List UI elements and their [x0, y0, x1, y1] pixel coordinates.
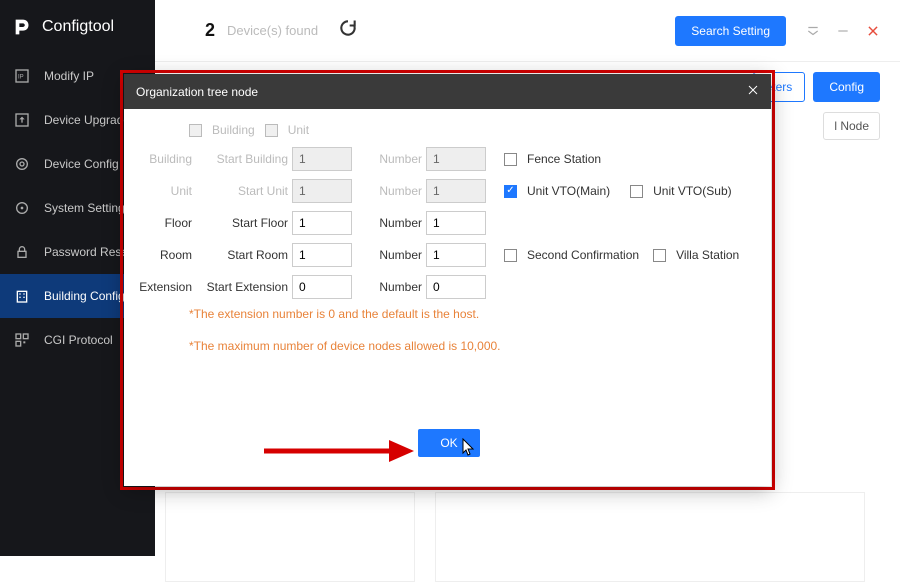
sidebar-item-label: Modify IP: [44, 69, 94, 83]
top-checks-row: Building Unit: [189, 123, 761, 137]
unit-checkbox[interactable]: [265, 124, 278, 137]
start-building-label: Start Building: [198, 152, 288, 166]
building-number-input[interactable]: [426, 147, 486, 171]
extension-row: Extension Start Extension Number: [134, 275, 761, 299]
start-room-input[interactable]: [292, 243, 352, 267]
start-extension-label: Start Extension: [198, 280, 288, 294]
unit-label: Unit: [134, 184, 192, 198]
floor-label: Floor: [134, 216, 192, 230]
note-max-nodes: *The maximum number of device nodes allo…: [189, 339, 761, 353]
unit-vto-main-checkbox[interactable]: [504, 185, 517, 198]
device-found-label: Device(s) found: [227, 23, 318, 38]
top-actions: [806, 24, 880, 38]
second-confirmation-label: Second Confirmation: [527, 248, 639, 262]
building-checkbox[interactable]: [189, 124, 202, 137]
unit-row: Unit Start Unit Number Unit VTO(Main) Un…: [134, 179, 761, 203]
modal-title: Organization tree node: [136, 85, 258, 99]
ok-button[interactable]: OK: [418, 429, 480, 457]
logo-icon: [12, 16, 34, 38]
settings-icon: [14, 200, 30, 216]
building-number-label: Number: [372, 152, 422, 166]
building-cb-label: Building: [212, 123, 255, 137]
upgrade-icon: [14, 112, 30, 128]
building-row: Building Start Building Number Fence Sta…: [134, 147, 761, 171]
start-unit-label: Start Unit: [198, 184, 288, 198]
search-setting-button[interactable]: Search Setting: [675, 16, 786, 46]
building-icon: [14, 288, 30, 304]
sidebar-item-label: Device Config: [44, 157, 119, 171]
brand-label: Configtool: [42, 18, 114, 36]
room-label: Room: [134, 248, 192, 262]
extension-label: Extension: [134, 280, 192, 294]
second-confirmation-checkbox[interactable]: [504, 249, 517, 262]
floor-number-input[interactable]: [426, 211, 486, 235]
organization-modal: Organization tree node Building Unit Bui…: [124, 74, 771, 486]
sidebar-item-label: CGI Protocol: [44, 333, 113, 347]
node-chip[interactable]: l Node: [823, 112, 880, 140]
start-floor-label: Start Floor: [198, 216, 288, 230]
start-floor-input[interactable]: [292, 211, 352, 235]
villa-station-checkbox[interactable]: [653, 249, 666, 262]
fence-station-checkbox[interactable]: [504, 153, 517, 166]
refresh-button[interactable]: [338, 18, 358, 43]
config-button[interactable]: Config: [813, 72, 880, 102]
building-label: Building: [134, 152, 192, 166]
note-extension: *The extension number is 0 and the defau…: [189, 307, 761, 321]
unit-cb-label: Unit: [288, 123, 309, 137]
modal-body: Building Unit Building Start Building Nu…: [124, 109, 771, 363]
start-building-input[interactable]: [292, 147, 352, 171]
close-icon: [747, 84, 759, 96]
villa-station-label: Villa Station: [676, 248, 739, 262]
floor-number-label: Number: [372, 216, 422, 230]
sidebar-item-label: Device Upgrade: [44, 113, 130, 127]
extension-number-label: Number: [372, 280, 422, 294]
unit-vto-main-label: Unit VTO(Main): [527, 184, 610, 198]
annotation-arrow-icon: [264, 436, 414, 466]
fence-station-label: Fence Station: [527, 152, 601, 166]
topbar: 2 Device(s) found Search Setting: [155, 0, 900, 62]
sidebar-item-label: System Settings: [44, 201, 131, 215]
floor-row: Floor Start Floor Number: [134, 211, 761, 235]
right-panel: [435, 492, 865, 582]
start-extension-input[interactable]: [292, 275, 352, 299]
close-icon[interactable]: [866, 24, 880, 38]
unit-number-label: Number: [372, 184, 422, 198]
ip-icon: IP: [14, 68, 30, 84]
start-room-label: Start Room: [198, 248, 288, 262]
room-number-label: Number: [372, 248, 422, 262]
room-row: Room Start Room Number Second Confirmati…: [134, 243, 761, 267]
extension-number-input[interactable]: [426, 275, 486, 299]
svg-text:IP: IP: [18, 75, 24, 81]
minimize-icon[interactable]: [836, 24, 850, 38]
unit-vto-sub-label: Unit VTO(Sub): [653, 184, 731, 198]
qr-icon: [14, 332, 30, 348]
sidebar-item-label: Password Reset: [44, 245, 131, 259]
left-panel: [165, 492, 415, 582]
refresh-icon: [338, 18, 358, 38]
brand: Configtool: [0, 0, 155, 54]
dropdown-icon[interactable]: [806, 24, 820, 38]
device-count: 2: [205, 20, 215, 41]
lock-icon: [14, 244, 30, 260]
gear-icon: [14, 156, 30, 172]
sidebar-item-label: Building Config: [44, 289, 125, 303]
modal-close-button[interactable]: [747, 84, 759, 99]
unit-number-input[interactable]: [426, 179, 486, 203]
unit-vto-sub-checkbox[interactable]: [630, 185, 643, 198]
modal-header: Organization tree node: [124, 74, 771, 109]
room-number-input[interactable]: [426, 243, 486, 267]
start-unit-input[interactable]: [292, 179, 352, 203]
